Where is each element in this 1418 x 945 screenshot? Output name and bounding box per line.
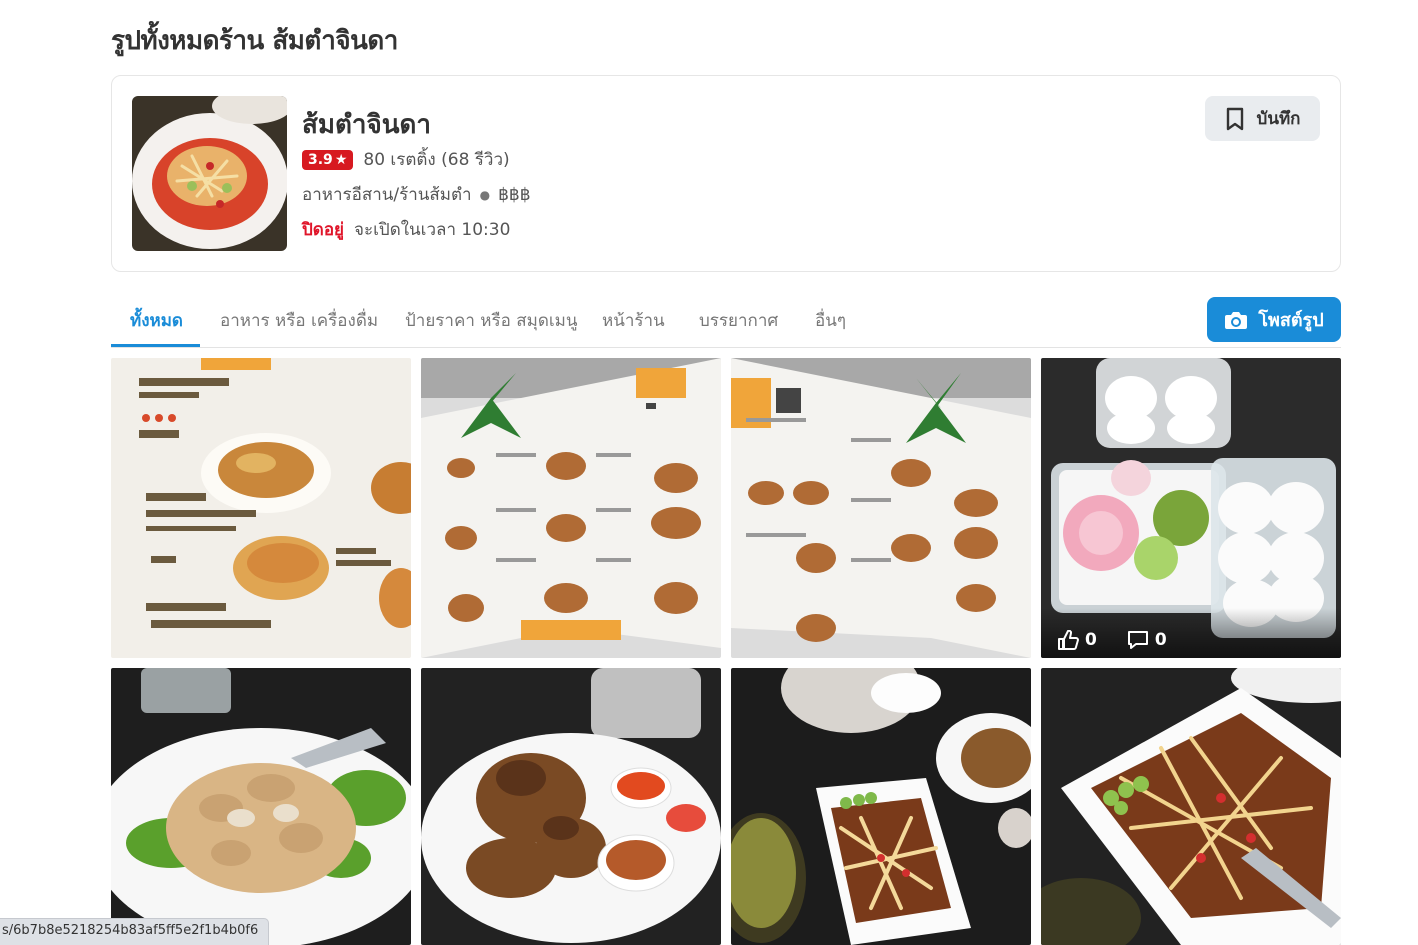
- comment-stat[interactable]: 0: [1127, 630, 1167, 650]
- tab-price-menu[interactable]: ป้ายราคา หรือ สมุดเมนู: [405, 307, 578, 350]
- star-icon: ★: [334, 151, 348, 168]
- page-title: รูปทั้งหมดร้าน ส้มตำจินดา: [111, 26, 398, 56]
- status-bar-url: s/6b7b8e5218254b83af5ff5e2f1b4b0f6: [2, 923, 259, 938]
- bookmark-icon: [1226, 107, 1243, 130]
- photo-tile[interactable]: [111, 668, 411, 945]
- post-photo-button[interactable]: โพสต์รูป: [1207, 297, 1341, 342]
- restaurant-name[interactable]: ส้มตำจินดา: [302, 104, 431, 145]
- save-label: บันทึก: [1256, 109, 1301, 129]
- tab-other[interactable]: อื่นๆ: [815, 307, 846, 350]
- ratings-summary[interactable]: 80 เรตติ้ง (68 รีวิว): [363, 146, 509, 173]
- category-row: อาหารอีสาน/ร้านส้มตำ ● ฿฿฿: [302, 181, 531, 208]
- rating-row: 3.9 ★ 80 เรตติ้ง (68 รีวิว): [302, 146, 510, 173]
- like-count: 0: [1085, 630, 1097, 650]
- price-level: ฿฿฿: [498, 184, 531, 205]
- photo-tile[interactable]: [111, 358, 411, 658]
- rating-value: 3.9: [308, 151, 333, 168]
- opening-time: จะเปิดในเวลา 10:30: [354, 220, 511, 240]
- comment-icon: [1127, 631, 1148, 649]
- category-label[interactable]: อาหารอีสาน/ร้านส้มตำ: [302, 181, 472, 208]
- tab-food-drink[interactable]: อาหาร หรือ เครื่องดื่ม: [220, 307, 378, 350]
- photo-category-tabs: ทั้งหมด อาหาร หรือ เครื่องดื่ม ป้ายราคา …: [111, 297, 1341, 348]
- photo-tile[interactable]: 0 0: [1041, 358, 1341, 658]
- photo-tile[interactable]: [1041, 668, 1341, 945]
- post-photo-label: โพสต์รูป: [1258, 310, 1324, 331]
- restaurant-card: ส้มตำจินดา 3.9 ★ 80 เรตติ้ง (68 รีวิว) อ…: [111, 75, 1341, 272]
- save-button[interactable]: บันทึก: [1205, 96, 1320, 141]
- photo-tile[interactable]: [731, 668, 1031, 945]
- tab-storefront[interactable]: หน้าร้าน: [602, 307, 665, 350]
- active-tab-indicator: [111, 344, 200, 347]
- status-closed: ปิดอยู่: [302, 220, 345, 240]
- comment-count: 0: [1154, 630, 1167, 650]
- link-preview-status-bar: s/6b7b8e5218254b83af5ff5e2f1b4b0f6: [0, 918, 270, 945]
- photo-tile[interactable]: [421, 668, 721, 945]
- photo-stats: 0 0: [1057, 630, 1167, 650]
- like-stat[interactable]: 0: [1057, 630, 1097, 650]
- thumbs-up-icon: [1058, 630, 1079, 650]
- tab-atmosphere[interactable]: บรรยากาศ: [699, 307, 778, 350]
- photo-tile[interactable]: [731, 358, 1031, 658]
- photo-tile[interactable]: [421, 358, 721, 658]
- camera-icon: [1225, 311, 1248, 329]
- rating-badge: 3.9 ★: [302, 149, 354, 170]
- restaurant-thumbnail[interactable]: [132, 96, 287, 251]
- open-status-row: ปิดอยู่ จะเปิดในเวลา 10:30: [302, 216, 510, 243]
- separator-dot-icon: ●: [479, 187, 491, 202]
